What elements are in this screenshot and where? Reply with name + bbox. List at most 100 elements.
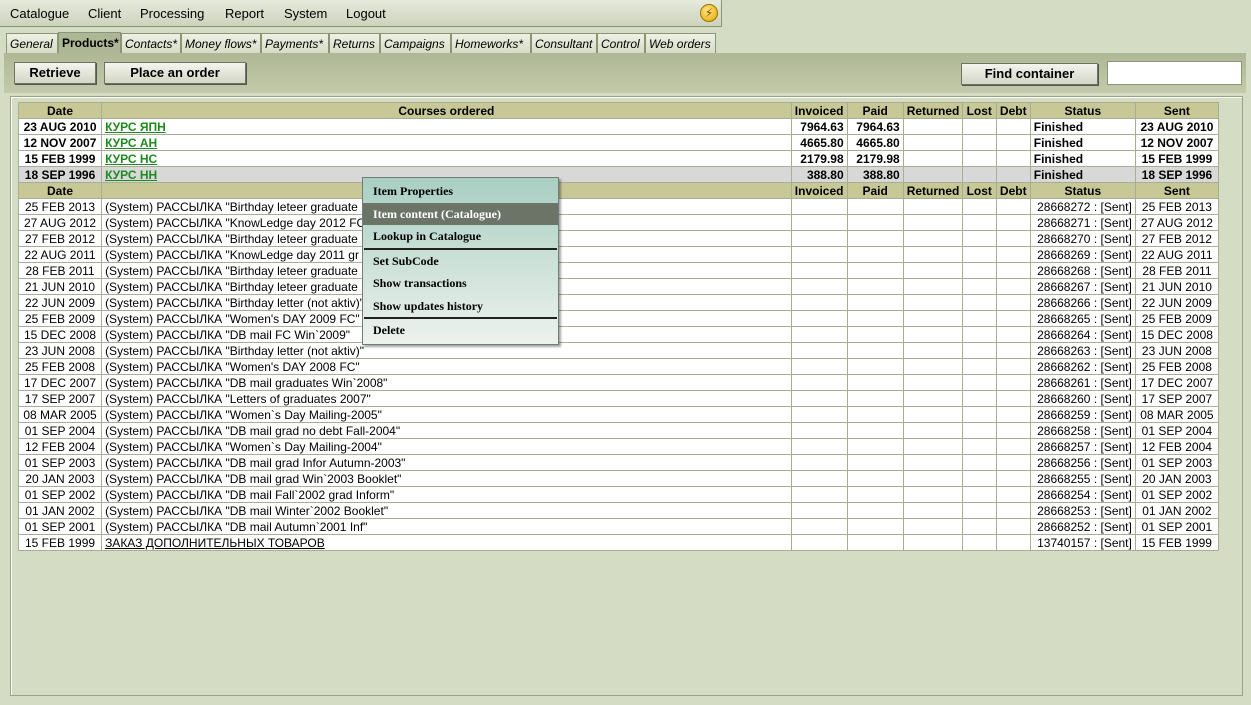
ctx-item-properties[interactable]: Item Properties: [363, 180, 558, 203]
item-row[interactable]: 25 FEB 2013 (System) РАССЫЛКА "Birthday l…: [17, 198, 1220, 215]
menu-processing[interactable]: Processing: [140, 6, 204, 21]
item-row[interactable]: 25 FEB 2009 (System) РАССЫЛКА "Women's DA…: [17, 310, 1220, 327]
menu-system[interactable]: System: [284, 6, 327, 21]
item-row[interactable]: 20 JAN 2003 (System) РАССЫЛКА "DB mail gr…: [17, 470, 1220, 487]
order-row[interactable]: 18 SEP 1996 КУРС НН 388.80 388.80 Finished 18…: [17, 166, 1220, 183]
item-date-cell: 08 MAR 2005: [17, 406, 103, 423]
item-row[interactable]: 25 FEB 2008 (System) РАССЫЛКА "Women's DA…: [17, 358, 1220, 375]
item-empty-cell: [902, 390, 963, 407]
column-header[interactable]: Debt: [995, 102, 1031, 119]
tab-general[interactable]: General: [6, 33, 58, 53]
ctx-show-transactions[interactable]: Show transactions: [363, 272, 558, 295]
item-empty-cell: [961, 198, 997, 215]
order-row[interactable]: 12 NOV 2007 КУРС АН 4665.80 4665.80 Finished…: [17, 134, 1220, 151]
item-status-cell: 28668269 : [Sent]: [1029, 246, 1136, 263]
item-row[interactable]: 12 FEB 2004 (System) РАССЫЛКА "Women`s Da…: [17, 438, 1220, 455]
item-empty-cell: [902, 230, 963, 247]
item-row[interactable]: 21 JUN 2010 (System) РАССЫЛКА "Birthday l…: [17, 278, 1220, 295]
ctx-show-updates-history[interactable]: Show updates history: [363, 295, 558, 318]
column-header[interactable]: Status: [1029, 182, 1136, 199]
find-container-input[interactable]: [1107, 61, 1242, 85]
place-order-button[interactable]: Place an order: [104, 62, 246, 84]
order-status-cell: Finished: [1029, 150, 1136, 167]
column-header[interactable]: Status: [1029, 102, 1136, 119]
item-row[interactable]: 01 SEP 2001 (System) РАССЫЛКА "DB mail Au…: [17, 518, 1220, 535]
column-header[interactable]: Paid: [846, 182, 904, 199]
column-header[interactable]: Lost: [961, 102, 997, 119]
item-sent-cell: 22 JUN 2009: [1134, 294, 1220, 311]
tab-returns[interactable]: Returns: [329, 33, 380, 53]
item-row[interactable]: 22 JUN 2009 (System) РАССЫЛКА "Birthday l…: [17, 294, 1220, 311]
item-row[interactable]: 27 AUG 2012 (System) РАССЫЛКА "KnowLedge …: [17, 214, 1220, 231]
table-header-row: Date Invoiced Paid Returned Lost Debt Status Se…: [17, 182, 1220, 199]
item-date-cell: 17 SEP 2007: [17, 390, 103, 407]
item-row[interactable]: 17 SEP 2007 (System) РАССЫЛКА "Letters of…: [17, 390, 1220, 407]
item-row[interactable]: 01 JAN 2002 (System) РАССЫЛКА "DB mail Wi…: [17, 502, 1220, 519]
column-header[interactable]: Sent: [1134, 182, 1220, 199]
column-header[interactable]: Lost: [961, 182, 997, 199]
column-header[interactable]: Paid: [846, 102, 904, 119]
item-row[interactable]: 22 AUG 2011 (System) РАССЫЛКА "KnowLedge …: [17, 246, 1220, 263]
column-header[interactable]: Returned: [902, 182, 963, 199]
tab-homeworks[interactable]: Homeworks*: [451, 33, 531, 53]
find-container-button[interactable]: Find container: [961, 63, 1098, 85]
item-row[interactable]: 27 FEB 2012 (System) РАССЫЛКА "Birthday l…: [17, 230, 1220, 247]
item-status-cell: 28668258 : [Sent]: [1029, 422, 1136, 439]
column-header[interactable]: Date: [17, 102, 103, 119]
tab-consultant[interactable]: Consultant: [531, 33, 597, 53]
tab-products[interactable]: Products*: [58, 32, 121, 53]
item-empty-cell: [961, 502, 997, 519]
course-link[interactable]: КУРС НН: [105, 168, 157, 182]
ctx-lookup-catalogue[interactable]: Lookup in Catalogue: [363, 225, 558, 248]
tab-contacts[interactable]: Contacts*: [121, 33, 181, 53]
menu-logout[interactable]: Logout: [346, 6, 386, 21]
item-status-cell: 28668263 : [Sent]: [1029, 342, 1136, 359]
lightning-icon[interactable]: ⚡: [700, 4, 718, 22]
menu-client[interactable]: Client: [88, 6, 121, 21]
item-date-cell: 25 FEB 2009: [17, 310, 103, 327]
column-header[interactable]: Date: [17, 182, 103, 199]
item-row[interactable]: 15 FEB 1999 ЗАКАЗ ДОПОЛНИТЕЛЬНЫХ ТОВАРОВ 1…: [17, 534, 1220, 551]
retrieve-button[interactable]: Retrieve: [14, 62, 96, 84]
item-empty-cell: [995, 422, 1031, 439]
item-empty-cell: [790, 518, 848, 535]
tab-control[interactable]: Control: [597, 33, 645, 53]
course-link[interactable]: КУРС АН: [105, 136, 157, 150]
item-empty-cell: [790, 470, 848, 487]
item-empty-cell: [846, 470, 904, 487]
column-header[interactable]: Invoiced: [790, 102, 848, 119]
tab-payments[interactable]: Payments*: [261, 33, 329, 53]
course-link[interactable]: КУРС НС: [105, 152, 157, 166]
menu-catalogue[interactable]: Catalogue: [10, 6, 69, 21]
item-row[interactable]: 15 DEC 2008 (System) РАССЫЛКА "DB mail FC…: [17, 326, 1220, 343]
item-row[interactable]: 01 SEP 2003 (System) РАССЫЛКА "DB mail gr…: [17, 454, 1220, 471]
ctx-item-content-catalogue[interactable]: Item content (Catalogue): [363, 202, 558, 225]
tab-web-orders[interactable]: Web orders: [645, 33, 716, 53]
menu-report[interactable]: Report: [225, 6, 264, 21]
item-empty-cell: [961, 422, 997, 439]
ctx-delete[interactable]: Delete: [363, 319, 558, 342]
tab-campaigns[interactable]: Campaigns: [380, 33, 451, 53]
course-link[interactable]: КУРС ЯПН: [105, 120, 166, 134]
column-header[interactable]: Invoiced: [790, 182, 848, 199]
item-empty-cell: [961, 278, 997, 295]
order-row[interactable]: 15 FEB 1999 КУРС НС 2179.98 2179.98 Finished…: [17, 150, 1220, 167]
ctx-set-subcode[interactable]: Set SubCode: [363, 250, 558, 273]
column-header[interactable]: Sent: [1134, 102, 1220, 119]
item-empty-cell: [846, 342, 904, 359]
column-header[interactable]: Debt: [995, 182, 1031, 199]
item-row[interactable]: 01 SEP 2004 (System) РАССЫЛКА "DB mail gr…: [17, 422, 1220, 439]
order-row[interactable]: 23 AUG 2010 КУРС ЯПН 7964.63 7964.63 Finishe…: [17, 118, 1220, 135]
tab-money-flows[interactable]: Money flows*: [181, 33, 261, 53]
order-sent-cell: 15 FEB 1999: [1134, 150, 1220, 167]
item-sent-cell: 27 AUG 2012: [1134, 214, 1220, 231]
column-header[interactable]: Returned: [902, 102, 963, 119]
column-header[interactable]: Courses ordered: [101, 102, 792, 119]
item-link[interactable]: ЗАКАЗ ДОПОЛНИТЕЛЬНЫХ ТОВАРОВ: [105, 536, 325, 550]
item-row[interactable]: 28 FEB 2011 (System) РАССЫЛКА "Birthday l…: [17, 262, 1220, 279]
item-row[interactable]: 08 MAR 2005 (System) РАССЫЛКА "Women`s Da…: [17, 406, 1220, 423]
item-row[interactable]: 23 JUN 2008 (System) РАССЫЛКА "Birthday l…: [17, 342, 1220, 359]
item-row[interactable]: 17 DEC 2007 (System) РАССЫЛКА "DB mail gr…: [17, 374, 1220, 391]
item-empty-cell: [961, 310, 997, 327]
item-row[interactable]: 01 SEP 2002 (System) РАССЫЛКА "DB mail Fa…: [17, 486, 1220, 503]
